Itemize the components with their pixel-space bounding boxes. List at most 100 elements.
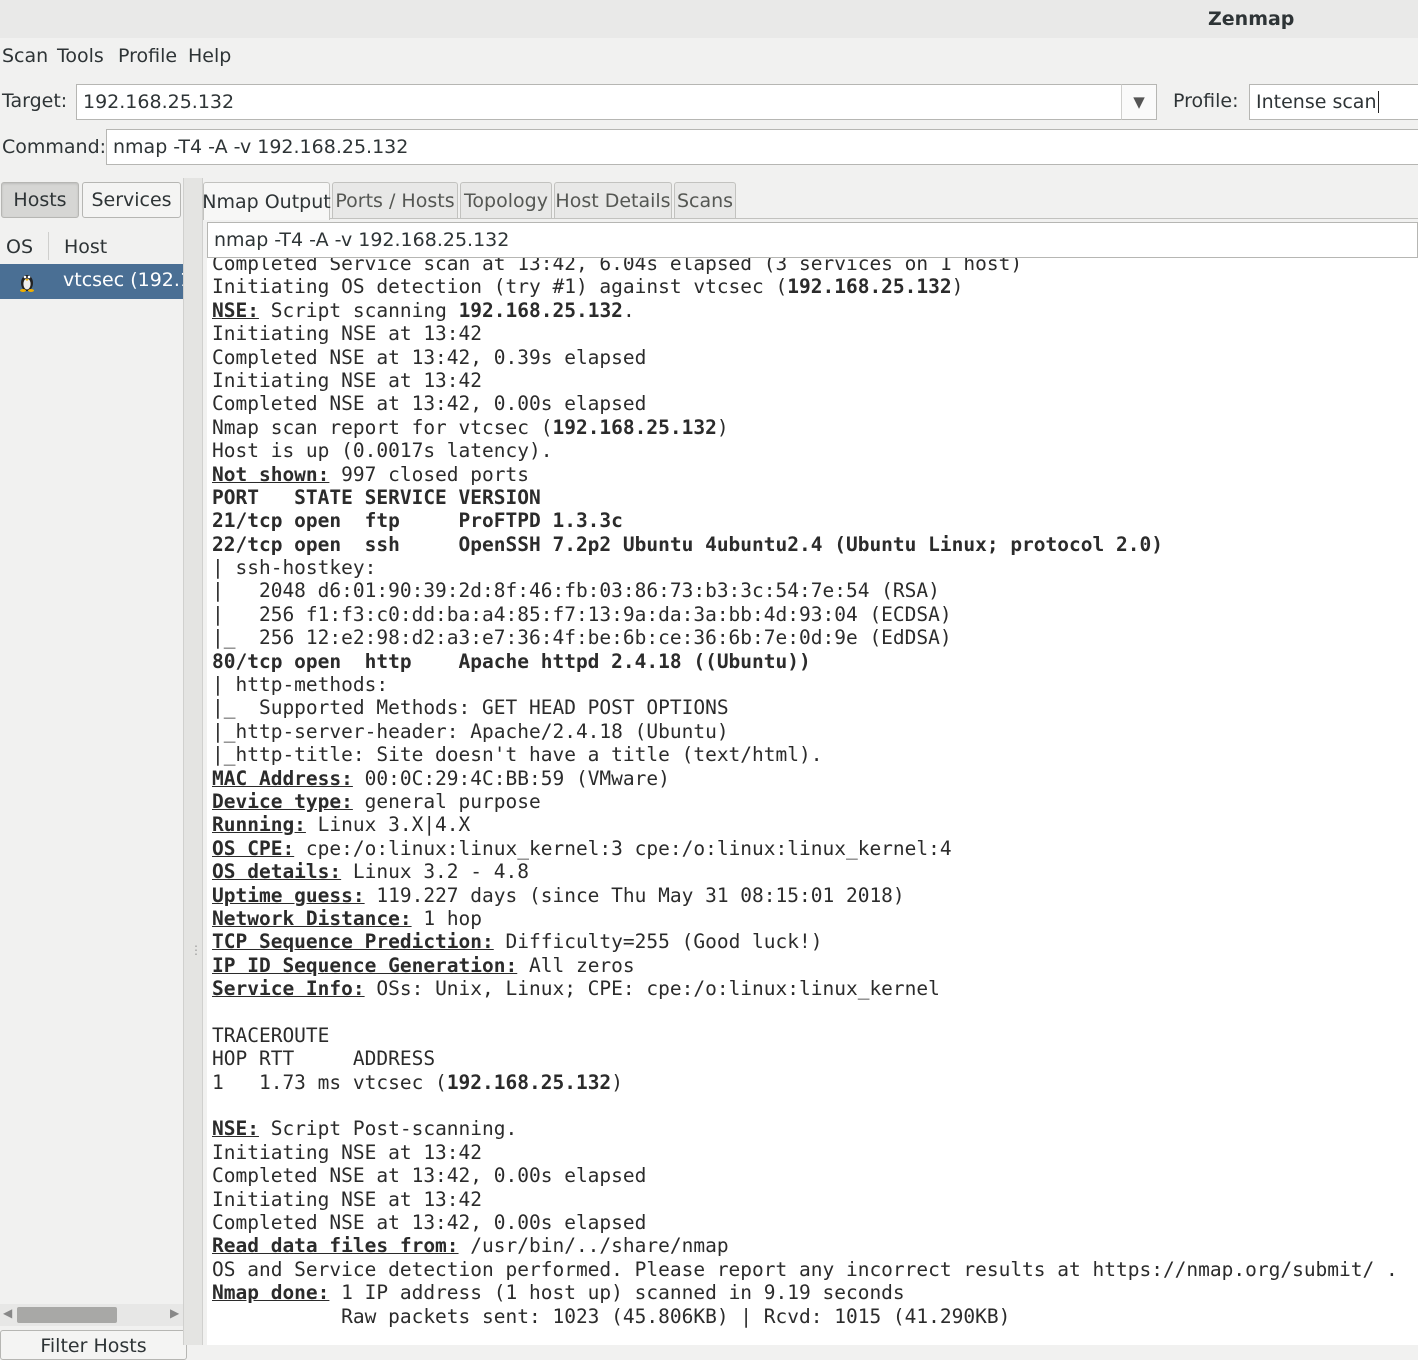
output-line: Uptime guess: 119.227 days (since Thu Ma… xyxy=(212,884,1398,907)
tab-ports-hosts[interactable]: Ports / Hosts xyxy=(332,182,458,218)
output-text: | http-methods: xyxy=(212,673,389,697)
tab-nmap-output[interactable]: Nmap Output xyxy=(202,182,331,220)
tab-hosts[interactable]: Hosts xyxy=(1,182,79,218)
output-text: Initiating NSE at 13:42 xyxy=(212,1187,483,1211)
output-text: 192.168.25.132 xyxy=(552,415,717,439)
output-text: cpe:/o:linux:linux_kernel:3 cpe:/o:linux… xyxy=(294,836,952,860)
menu-help[interactable]: Help xyxy=(188,45,231,67)
output-text: 1 1.73 ms vtcsec ( xyxy=(212,1070,447,1094)
output-text: Completed Service scan at 13:42, 6.04s e… xyxy=(212,258,1023,275)
output-text: 1 hop xyxy=(411,906,483,930)
output-text: 192.168.25.132 xyxy=(458,298,623,322)
output-line: |_ Supported Methods: GET HEAD POST OPTI… xyxy=(212,696,1398,719)
output-line: Running: Linux 3.X|4.X xyxy=(212,813,1398,836)
output-text: Nmap scan report for vtcsec ( xyxy=(212,415,553,439)
output-key: Nmap done: xyxy=(212,1281,330,1305)
output-line: |_http-title: Site doesn't have a title … xyxy=(212,743,1398,766)
output-line: Read data files from: /usr/bin/../share/… xyxy=(212,1234,1398,1257)
window-title: Zenmap xyxy=(1208,8,1295,30)
command-value: nmap -T4 -A -v 192.168.25.132 xyxy=(113,136,409,158)
output-text: . xyxy=(622,298,635,322)
host-list-scrollbar[interactable]: ◀ ▶ xyxy=(0,1304,183,1326)
tab-host-details[interactable]: Host Details xyxy=(554,182,672,218)
output-line: Completed NSE at 13:42, 0.00s elapsed xyxy=(212,1211,1398,1234)
output-line: 22/tcp open ssh OpenSSH 7.2p2 Ubuntu 4ub… xyxy=(212,533,1398,556)
output-text: ) xyxy=(716,415,729,439)
pane-divider[interactable]: ⋮ xyxy=(183,178,203,1345)
output-line: IP ID Sequence Generation: All zeros xyxy=(212,954,1398,977)
output-line: Initiating NSE at 13:42 xyxy=(212,1188,1398,1211)
tab-services[interactable]: Services xyxy=(82,182,181,218)
output-line: | ssh-hostkey: xyxy=(212,556,1398,579)
target-input[interactable]: 192.168.25.132 xyxy=(76,84,1122,120)
output-text: general purpose xyxy=(352,789,541,813)
output-line: TCP Sequence Prediction: Difficulty=255 … xyxy=(212,930,1398,953)
output-line: Initiating OS detection (try #1) against… xyxy=(212,275,1398,298)
output-line: NSE: Script scanning 192.168.25.132. xyxy=(212,299,1398,322)
output-text: Initiating NSE at 13:42 xyxy=(212,1140,483,1164)
output-line: Not shown: 997 closed ports xyxy=(212,463,1398,486)
column-host[interactable]: Host xyxy=(64,236,107,258)
output-text: Completed NSE at 13:42, 0.00s elapsed xyxy=(212,392,647,416)
output-key: NSE: xyxy=(212,298,259,322)
output-text: Host is up (0.0017s latency). xyxy=(212,439,553,463)
scroll-right-icon[interactable]: ▶ xyxy=(170,1306,179,1320)
output-text: HOP RTT ADDRESS xyxy=(212,1047,436,1071)
output-line: 21/tcp open ftp ProFTPD 1.3.3c xyxy=(212,509,1398,532)
command-input[interactable]: nmap -T4 -A -v 192.168.25.132 xyxy=(106,129,1418,165)
output-text: |_http-title: Site doesn't have a title … xyxy=(212,743,823,767)
output-line: PORT STATE SERVICE VERSION xyxy=(212,486,1398,509)
tab-scans[interactable]: Scans xyxy=(674,182,736,218)
output-text: Script scanning xyxy=(258,298,459,322)
filter-hosts-button[interactable]: Filter Hosts xyxy=(0,1330,187,1360)
host-name: vtcsec (192.16 xyxy=(63,269,183,291)
linux-tux-icon xyxy=(20,275,34,292)
command-label: Command: xyxy=(2,136,107,158)
output-key: IP ID Sequence Generation: xyxy=(212,953,518,977)
output-text: 00:0C:29:4C:BB:59 (VMware) xyxy=(352,766,670,790)
scrollbar-thumb[interactable] xyxy=(17,1307,117,1323)
output-line: Nmap scan report for vtcsec (192.168.25.… xyxy=(212,416,1398,439)
output-line: Network Distance: 1 hop xyxy=(212,907,1398,930)
output-line: Completed Service scan at 13:42, 6.04s e… xyxy=(212,258,1398,275)
output-line: Completed NSE at 13:42, 0.00s elapsed xyxy=(212,1164,1398,1187)
scroll-left-icon[interactable]: ◀ xyxy=(3,1306,12,1320)
output-text: | 256 f1:f3:c0:dd:ba:a4:85:f7:13:9a:da:3… xyxy=(212,602,952,626)
menu-scan[interactable]: Scan xyxy=(2,45,48,67)
output-line: |_http-server-header: Apache/2.4.18 (Ubu… xyxy=(212,720,1398,743)
output-text: Linux 3.X|4.X xyxy=(305,813,471,837)
output-text: 192.168.25.132 xyxy=(787,275,952,299)
filter-hosts-label: Filter Hosts xyxy=(40,1335,147,1357)
output-line: Completed NSE at 13:42, 0.00s elapsed xyxy=(212,392,1398,415)
output-key: MAC Address: xyxy=(212,766,353,790)
output-text: Difficulty=255 (Good luck!) xyxy=(493,930,823,954)
host-list xyxy=(0,228,183,1345)
output-line: |_ 256 12:e2:98:d2:a3:e7:36:4f:be:6b:ce:… xyxy=(212,626,1398,649)
nmap-output-text[interactable]: Completed Service scan at 13:42, 6.04s e… xyxy=(207,258,1418,1345)
host-row[interactable]: vtcsec (192.16 xyxy=(0,264,183,299)
tab-topology[interactable]: Topology xyxy=(460,182,552,218)
output-line: HOP RTT ADDRESS xyxy=(212,1047,1398,1070)
output-command-select[interactable]: nmap -T4 -A -v 192.168.25.132 xyxy=(207,222,1418,258)
output-key: OS CPE: xyxy=(212,836,295,860)
output-text: 22/tcp open ssh OpenSSH 7.2p2 Ubuntu 4ub… xyxy=(212,532,1163,556)
output-line: TRACEROUTE xyxy=(212,1024,1398,1047)
menu-profile[interactable]: Profile xyxy=(118,45,177,67)
column-separator xyxy=(48,232,49,260)
output-text: OS and Service detection performed. Plea… xyxy=(212,1257,1398,1281)
target-dropdown-button[interactable]: ▼ xyxy=(1121,84,1157,120)
output-key: OS details: xyxy=(212,860,342,884)
column-os[interactable]: OS xyxy=(6,236,33,258)
output-text: Initiating OS detection (try #1) against… xyxy=(212,275,788,299)
profile-value: Intense scan xyxy=(1256,91,1377,113)
output-line: Service Info: OSs: Unix, Linux; CPE: cpe… xyxy=(212,977,1398,1000)
menu-tools[interactable]: Tools xyxy=(57,45,104,67)
profile-input[interactable]: Intense scan xyxy=(1249,84,1418,120)
output-text: All zeros xyxy=(517,953,635,977)
profile-label: Profile: xyxy=(1173,90,1239,112)
output-text: Completed NSE at 13:42, 0.39s elapsed xyxy=(212,345,647,369)
output-line: Completed NSE at 13:42, 0.39s elapsed xyxy=(212,346,1398,369)
output-text: 997 closed ports xyxy=(329,462,529,486)
